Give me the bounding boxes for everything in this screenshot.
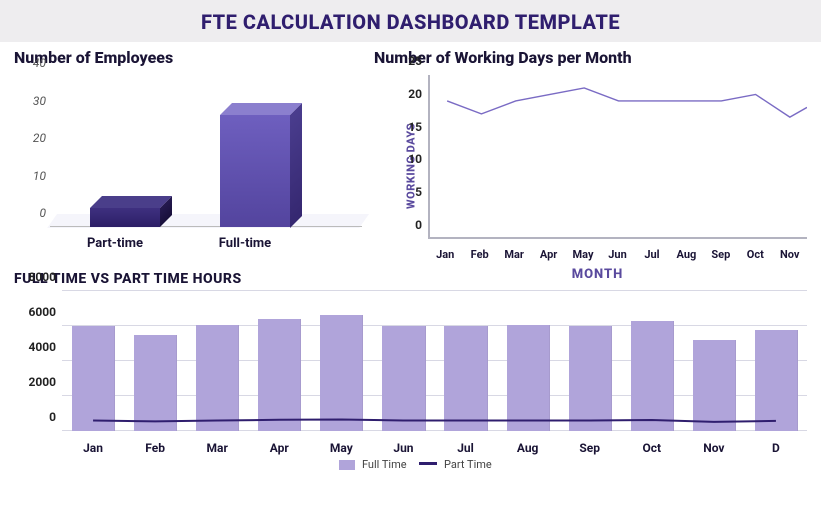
employees-plot-area	[50, 77, 362, 227]
ftpt-xlabels: JanFebMarAprMayJunJulAugSepOctNovD	[62, 435, 807, 455]
page-title: FTE CALCULATION DASHBOARD TEMPLATE	[0, 0, 821, 42]
employees-xlabel-0: Part-time	[50, 236, 180, 251]
employees-chart: Number of Employees 010203040 Part-time …	[12, 42, 362, 261]
workingdays-svg	[430, 75, 807, 237]
top-row: Number of Employees 010203040 Part-time …	[0, 42, 821, 261]
ftpt-yaxis: 02000400060008000	[14, 291, 56, 431]
legend-label-fulltime: Full Time	[362, 458, 407, 471]
workingdays-yaxis: 0510152025	[398, 75, 422, 239]
workingdays-plot: WORKING DAYS 0510152025 JanFebMarAprMayJ…	[372, 71, 809, 261]
workingdays-plot-area	[428, 75, 807, 239]
employees-chart-plot: 010203040 Part-time Full-time	[18, 71, 362, 251]
workingdays-xlabel: MONTH	[374, 267, 821, 282]
employees-chart-title: Number of Employees	[14, 48, 362, 67]
employees-xlabel-1: Full-time	[180, 236, 310, 251]
workingdays-xlabels: JanFebMarAprMayJunJulAugSepOctNov	[428, 243, 807, 261]
ftpt-chart: 02000400060008000 JanFebMarAprMayJunJulA…	[14, 291, 807, 455]
middle-label-row: FULL TIME VS PART TIME HOURS MONTH	[0, 261, 821, 291]
legend-swatch-fulltime	[339, 460, 355, 470]
ftpt-svg	[62, 291, 807, 431]
legend-label-parttime: Part Time	[444, 458, 492, 471]
legend-swatch-parttime	[419, 462, 437, 465]
ftpt-plot-area	[62, 291, 807, 431]
employees-yaxis: 010203040	[18, 77, 46, 227]
ftpt-chart-title: FULL TIME VS PART TIME HOURS	[14, 271, 374, 287]
workingdays-chart: Number of Working Days per Month WORKING…	[372, 42, 809, 261]
ftpt-legend: Full Time Part Time	[0, 455, 821, 473]
workingdays-chart-title: Number of Working Days per Month	[374, 48, 809, 67]
